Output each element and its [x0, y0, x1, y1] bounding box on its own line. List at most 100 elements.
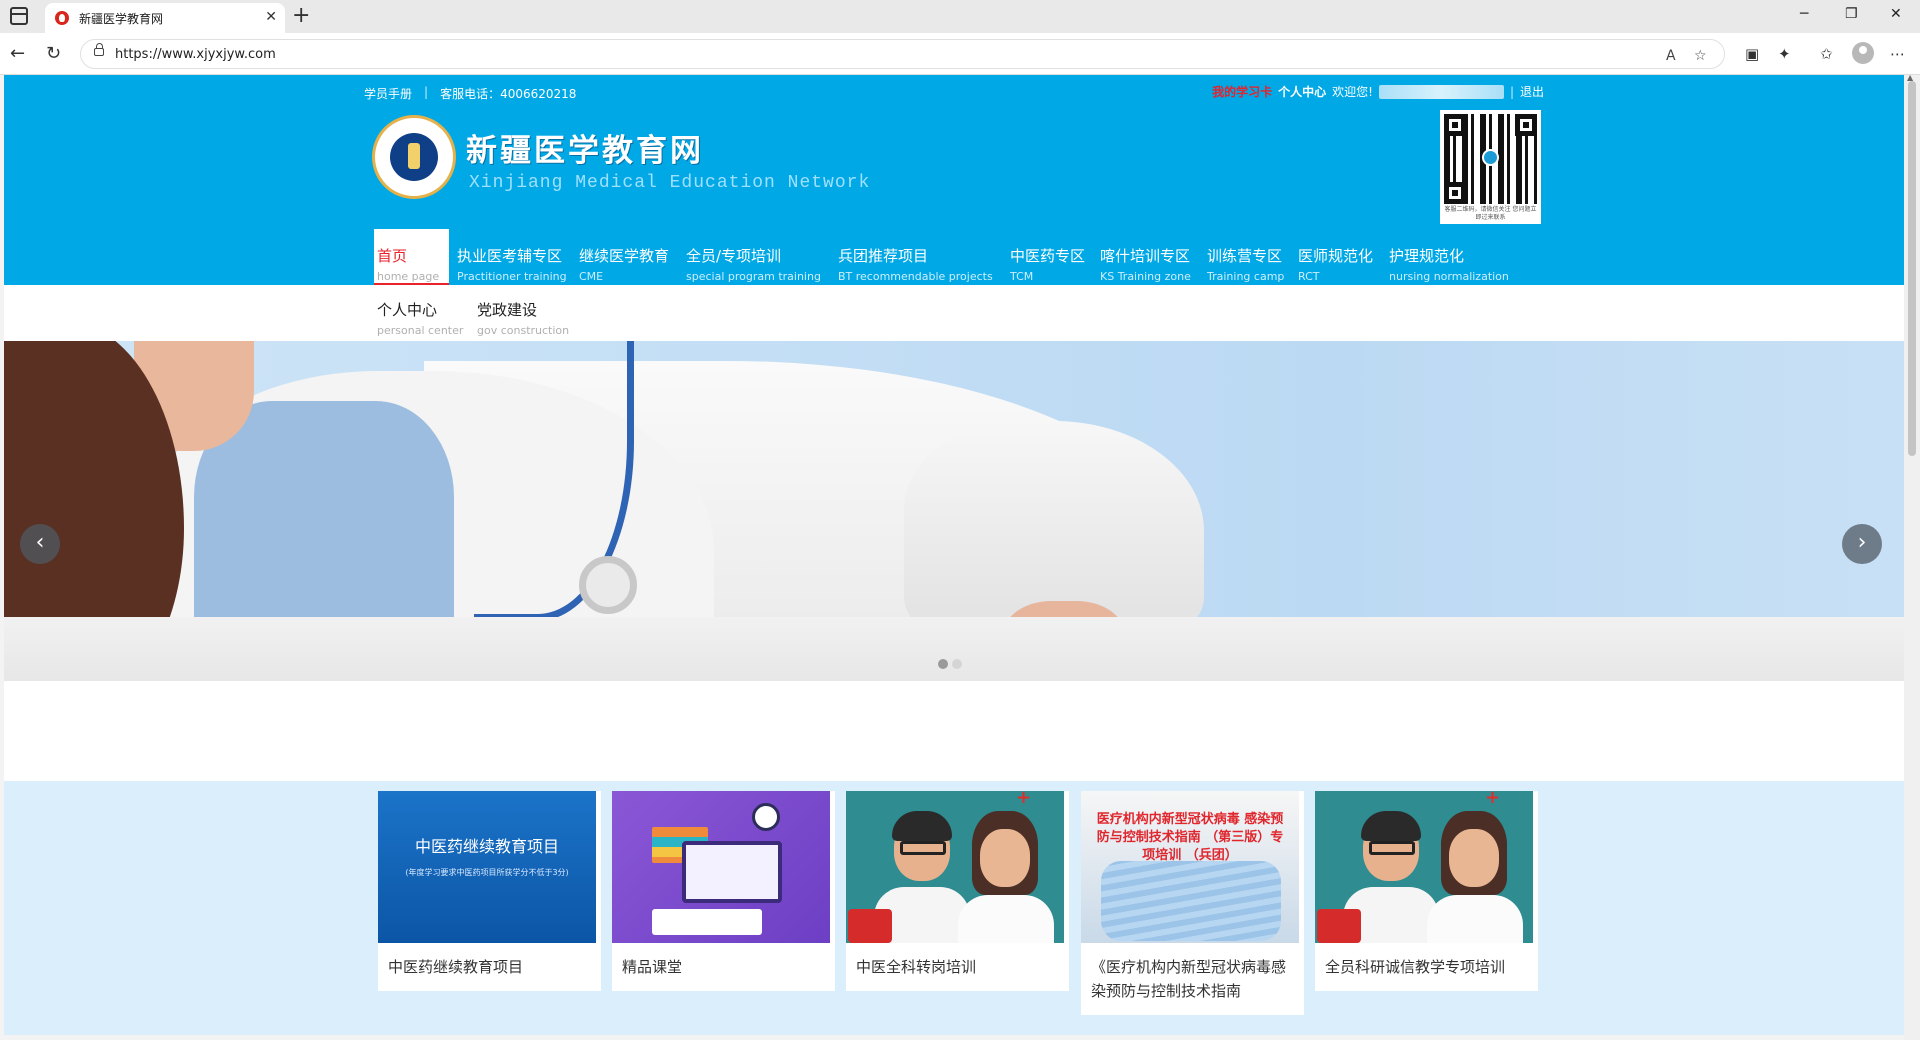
course-card[interactable]: + 全员科研诚信教学专项培训 — [1315, 791, 1538, 991]
nav-nursing[interactable]: 护理规范化 nursing normalization — [1386, 229, 1511, 285]
nav-label: 个人中心 — [377, 301, 438, 319]
banner-pagination — [938, 659, 962, 669]
collections-icon[interactable]: ▣ — [1745, 45, 1759, 63]
refresh-icon[interactable]: ↻ — [46, 43, 61, 64]
course-thumbnail[interactable]: 中医药继续教育项目 (年度学习要求中医药项目所获学分不低于3分) — [378, 791, 596, 943]
course-card[interactable]: + 中医全科转岗培训 — [846, 791, 1069, 991]
divider: | — [424, 85, 429, 99]
site-favicon-icon — [55, 11, 69, 25]
doctor-female-icon — [958, 811, 1054, 943]
thumbnail-title: 中医药继续教育项目 — [414, 837, 559, 856]
nav-sublabel: KS Training zone — [1100, 270, 1191, 283]
cross-icon: + — [1016, 791, 1032, 808]
course-title[interactable]: 中医全科转岗培训 — [846, 943, 1069, 991]
favorites-icon[interactable]: ✩ — [1820, 45, 1833, 63]
address-bar: ← ↻ https://www.xjyxjyw.com A ☆ ▣ ✦ ✩ ⋯ — [0, 33, 1920, 75]
banner-prev-button[interactable]: ‹ — [20, 524, 60, 564]
stethoscope-head — [579, 556, 637, 614]
back-icon[interactable]: ← — [10, 43, 25, 64]
nav-cme[interactable]: 继续医学教育 CME — [576, 229, 671, 285]
nav-label: 中医药专区 — [1010, 247, 1086, 265]
medkit-icon — [848, 909, 892, 943]
course-thumbnail[interactable]: + — [1315, 791, 1533, 943]
qr-code-icon — [1444, 114, 1537, 204]
banner-dot-1[interactable] — [938, 659, 948, 669]
page-scrollbar[interactable]: ▲ — [1904, 73, 1920, 1040]
course-title[interactable]: 精品课堂 — [612, 943, 835, 991]
divider: | — [1509, 84, 1514, 99]
read-aloud-icon[interactable]: A — [1666, 48, 1676, 64]
nav-practitioner[interactable]: 执业医考辅专区 Practitioner training — [454, 229, 569, 285]
course-card[interactable]: 医疗机构内新型冠状病毒 感染预防与控制技术指南 （第三版）专项培训 （兵团） 《… — [1081, 791, 1304, 1015]
nav-gov-construction[interactable]: 党政建设 gov construction — [474, 283, 571, 339]
course-title[interactable]: 全员科研诚信教学专项培训 — [1315, 943, 1538, 991]
nav-sublabel: Training camp — [1207, 270, 1285, 283]
thumbnail-title: 医疗机构内新型冠状病毒 感染预防与控制技术指南 （第三版）专项培训 （兵团） — [1096, 812, 1284, 863]
welcome-text: 欢迎您! — [1332, 85, 1373, 99]
nav-home[interactable]: 首页 home page — [374, 229, 449, 285]
close-window-icon[interactable]: ✕ — [1890, 6, 1902, 22]
page-viewport: 学员手册 | 客服电话：4006620218 我的学习卡 个人中心 欢迎您! |… — [4, 75, 1904, 1035]
nav-sublabel: gov construction — [477, 324, 570, 337]
nav-sublabel: CME — [579, 270, 604, 283]
course-thumbnail[interactable]: 医疗机构内新型冠状病毒 感染预防与控制技术指南 （第三版）专项培训 （兵团） — [1081, 791, 1299, 943]
favorite-star-icon[interactable]: ☆ — [1694, 48, 1707, 64]
course-list: 中医药继续教育项目 (年度学习要求中医药项目所获学分不低于3分) 中医药继续教育… — [4, 781, 1904, 1035]
nav-sublabel: nursing normalization — [1389, 270, 1509, 283]
site-logo[interactable] — [372, 115, 456, 199]
course-thumbnail[interactable] — [612, 791, 830, 943]
nav-label: 党政建设 — [477, 301, 538, 319]
tab-close-icon[interactable]: ✕ — [265, 9, 277, 25]
restore-icon[interactable]: ❐ — [1845, 6, 1858, 22]
medkit-icon — [1317, 909, 1361, 943]
nav-training-camp[interactable]: 训练营专区 Training camp — [1204, 229, 1286, 285]
extensions-icon[interactable]: ✦ — [1778, 45, 1791, 63]
nav-ks-training[interactable]: 喀什培训专区 KS Training zone — [1097, 229, 1193, 285]
handbook-link[interactable]: 学员手册 — [364, 85, 412, 102]
profile-avatar[interactable] — [1852, 42, 1874, 64]
my-study-card-link[interactable]: 我的学习卡 — [1212, 83, 1272, 100]
nav-sublabel: special program training — [686, 270, 821, 283]
main-nav: 首页 home page 执业医考辅专区 Practitioner traini… — [4, 229, 1904, 285]
nav-rct[interactable]: 医师规范化 RCT — [1295, 229, 1375, 285]
banner-dot-2[interactable] — [952, 659, 962, 669]
tab-actions-icon[interactable] — [10, 7, 28, 25]
hero-banner[interactable]: ‹ › — [4, 341, 1904, 681]
nav-special-training[interactable]: 全员/专项培训 special program training — [683, 229, 823, 285]
username-redacted — [1378, 84, 1504, 99]
site-header: 学员手册 | 客服电话：4006620218 我的学习卡 个人中心 欢迎您! |… — [4, 75, 1904, 229]
more-menu-icon[interactable]: ⋯ — [1890, 45, 1905, 63]
site-subtitle: Xinjiang Medical Education Network — [469, 173, 871, 193]
nav-label: 医师规范化 — [1298, 247, 1374, 265]
banner-floor — [4, 617, 1904, 681]
new-tab-icon[interactable]: + — [292, 3, 310, 28]
nav-label: 执业医考辅专区 — [457, 247, 563, 265]
laptop-icon — [682, 841, 782, 903]
nav-personal-center[interactable]: 个人中心 personal center — [374, 283, 465, 339]
course-title[interactable]: 中医药继续教育项目 — [378, 943, 601, 991]
url-text: https://www.xjyxjyw.com — [115, 46, 276, 62]
nav-label: 继续医学教育 — [579, 247, 670, 265]
cross-icon: + — [1485, 791, 1501, 808]
banner-next-button[interactable]: › — [1842, 524, 1882, 564]
nav-label: 训练营专区 — [1207, 247, 1283, 265]
top-links: 学员手册 | 客服电话：4006620218 — [364, 85, 576, 102]
course-title[interactable]: 《医疗机构内新型冠状病毒感染预防与控制技术指南 — [1081, 943, 1304, 1015]
browser-tab[interactable]: 新疆医学教育网 ✕ — [45, 3, 285, 33]
scrollbar-thumb[interactable] — [1908, 81, 1916, 456]
course-thumbnail[interactable]: + — [846, 791, 1064, 943]
personal-center-link[interactable]: 个人中心 — [1278, 83, 1326, 100]
clock-icon — [752, 803, 780, 831]
nav-sublabel: personal center — [377, 324, 464, 337]
nav-label: 兵团推荐项目 — [838, 247, 929, 265]
course-card[interactable]: 中医药继续教育项目 (年度学习要求中医药项目所获学分不低于3分) 中医药继续教育… — [378, 791, 601, 991]
site-title: 新疆医学教育网 — [466, 133, 704, 169]
nav-bt-projects[interactable]: 兵团推荐项目 BT recommendable projects — [835, 229, 995, 285]
face-mask-icon — [1101, 861, 1281, 941]
url-field[interactable]: https://www.xjyxjyw.com A ☆ — [80, 39, 1725, 69]
nav-tcm[interactable]: 中医药专区 TCM — [1007, 229, 1087, 285]
lock-icon — [94, 43, 104, 56]
minimize-icon[interactable]: ─ — [1800, 6, 1808, 22]
logout-link[interactable]: 退出 — [1520, 83, 1544, 100]
course-card[interactable]: 精品课堂 — [612, 791, 835, 991]
